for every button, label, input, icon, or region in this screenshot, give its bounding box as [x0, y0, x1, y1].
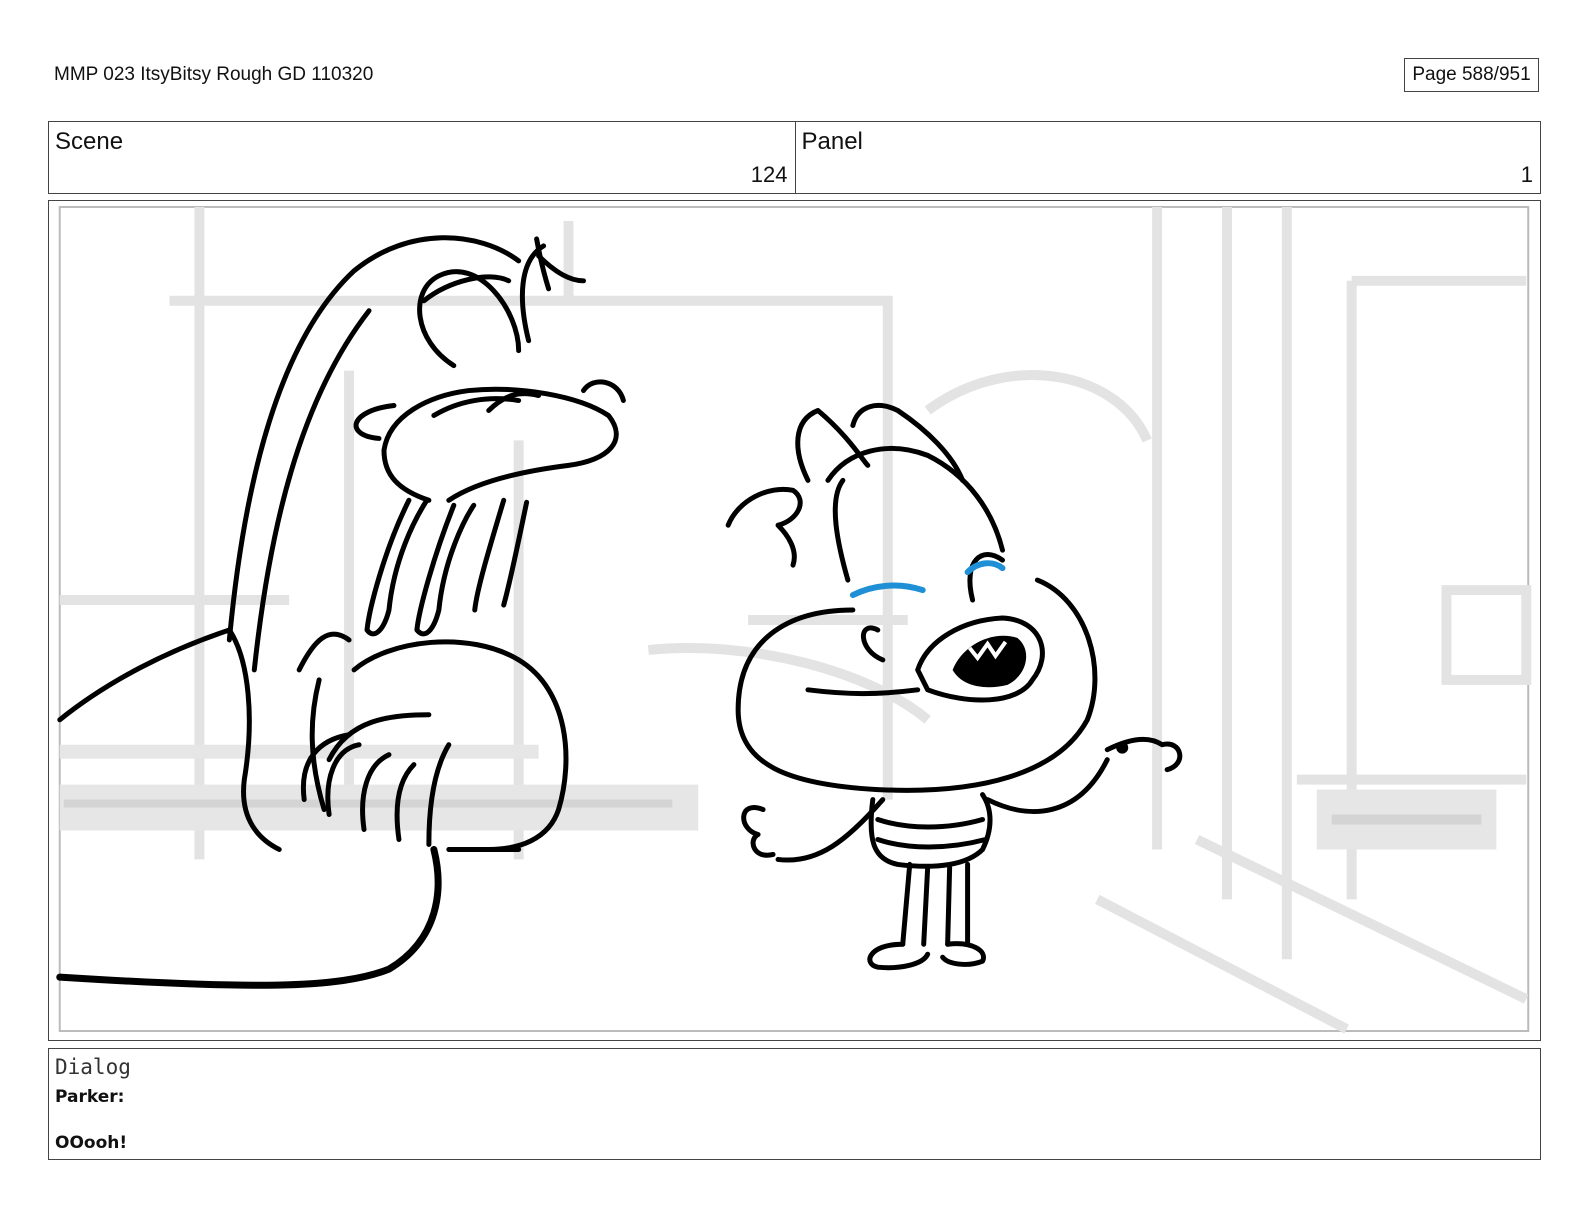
dialog-section: Dialog Parker: OOooh!	[48, 1048, 1541, 1160]
background-counter	[59, 744, 1497, 850]
dialog-speaker: Parker:	[55, 1087, 125, 1107]
eye-highlights	[849, 560, 1006, 599]
background-layout	[59, 206, 1532, 1034]
panel-cell: Panel 1	[794, 122, 1541, 193]
dialog-heading: Dialog	[55, 1055, 131, 1079]
small-bug	[1116, 741, 1129, 754]
panel-label: Panel	[801, 128, 863, 155]
page-number: Page 588/951	[1404, 58, 1539, 92]
storyboard-sketch	[56, 205, 1532, 1034]
storyboard-panel	[48, 200, 1541, 1041]
document-title: MMP 023 ItsyBitsy Rough GD 110320	[54, 64, 374, 85]
character-sketches	[56, 235, 1183, 989]
dialog-line: OOooh!	[55, 1133, 128, 1153]
scene-label: Scene	[55, 128, 124, 155]
scene-number: 124	[750, 162, 788, 187]
panel-number: 1	[1520, 162, 1533, 187]
scene-cell: Scene 124	[49, 122, 795, 193]
scene-panel-header: Scene 124 Panel 1	[48, 121, 1541, 194]
